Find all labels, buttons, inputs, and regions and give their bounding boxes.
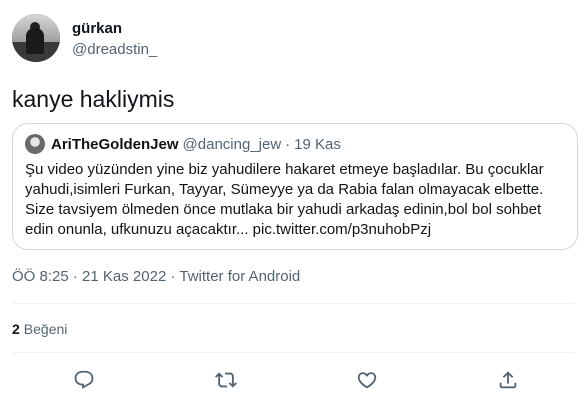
like-button[interactable] [349, 362, 385, 398]
author-names: gürkan @dreadstin_ [72, 20, 157, 60]
quoted-separator: · [285, 135, 291, 153]
tweet-meta: ÖÖ 8:25 · 21 Kas 2022 · Twitter for Andr… [12, 267, 300, 287]
divider [12, 303, 574, 304]
tweet-header: gürkan @dreadstin_ [12, 14, 157, 66]
likes-count: 2 [12, 321, 20, 337]
avatar-figure [26, 28, 44, 54]
tweet-text: kanye hakliymis [12, 86, 175, 112]
quoted-author-avatar [25, 134, 45, 154]
likes-label: Beğeni [23, 321, 68, 337]
tweet-time[interactable]: ÖÖ 8:25 [12, 268, 69, 285]
reply-icon [74, 370, 94, 389]
quoted-tweet-header: AriTheGoldenJew @dancing_jew · 19 Kas [25, 134, 565, 154]
share-icon [499, 371, 517, 389]
author-handle[interactable]: @dreadstin_ [72, 40, 157, 60]
quoted-author-handle: @dancing_jew [182, 135, 282, 153]
author-display-name[interactable]: gürkan [72, 20, 157, 38]
reply-button[interactable] [66, 362, 102, 398]
like-icon [357, 372, 377, 389]
likes-stat[interactable]: 2 Beğeni [12, 319, 67, 339]
tweet-source[interactable]: Twitter for Android [179, 268, 300, 285]
tweet: gürkan @dreadstin_ kanye hakliymis AriTh… [0, 0, 585, 411]
tweet-date[interactable]: 21 Kas 2022 [82, 268, 166, 285]
share-button[interactable] [490, 362, 526, 398]
quoted-tweet[interactable]: AriTheGoldenJew @dancing_jew · 19 Kas Şu… [12, 123, 578, 250]
quoted-tweet-text: Şu video yüzünden yine biz yahudilere ha… [25, 161, 544, 238]
action-bar [0, 362, 585, 398]
retweet-icon [215, 372, 237, 388]
retweet-button[interactable] [208, 362, 244, 398]
quoted-time: 19 Kas [294, 135, 341, 153]
meta-separator: · [170, 268, 176, 285]
divider [12, 352, 574, 353]
meta-separator: · [72, 268, 78, 285]
author-avatar[interactable] [12, 14, 60, 62]
quoted-author-name: AriTheGoldenJew [51, 135, 179, 153]
